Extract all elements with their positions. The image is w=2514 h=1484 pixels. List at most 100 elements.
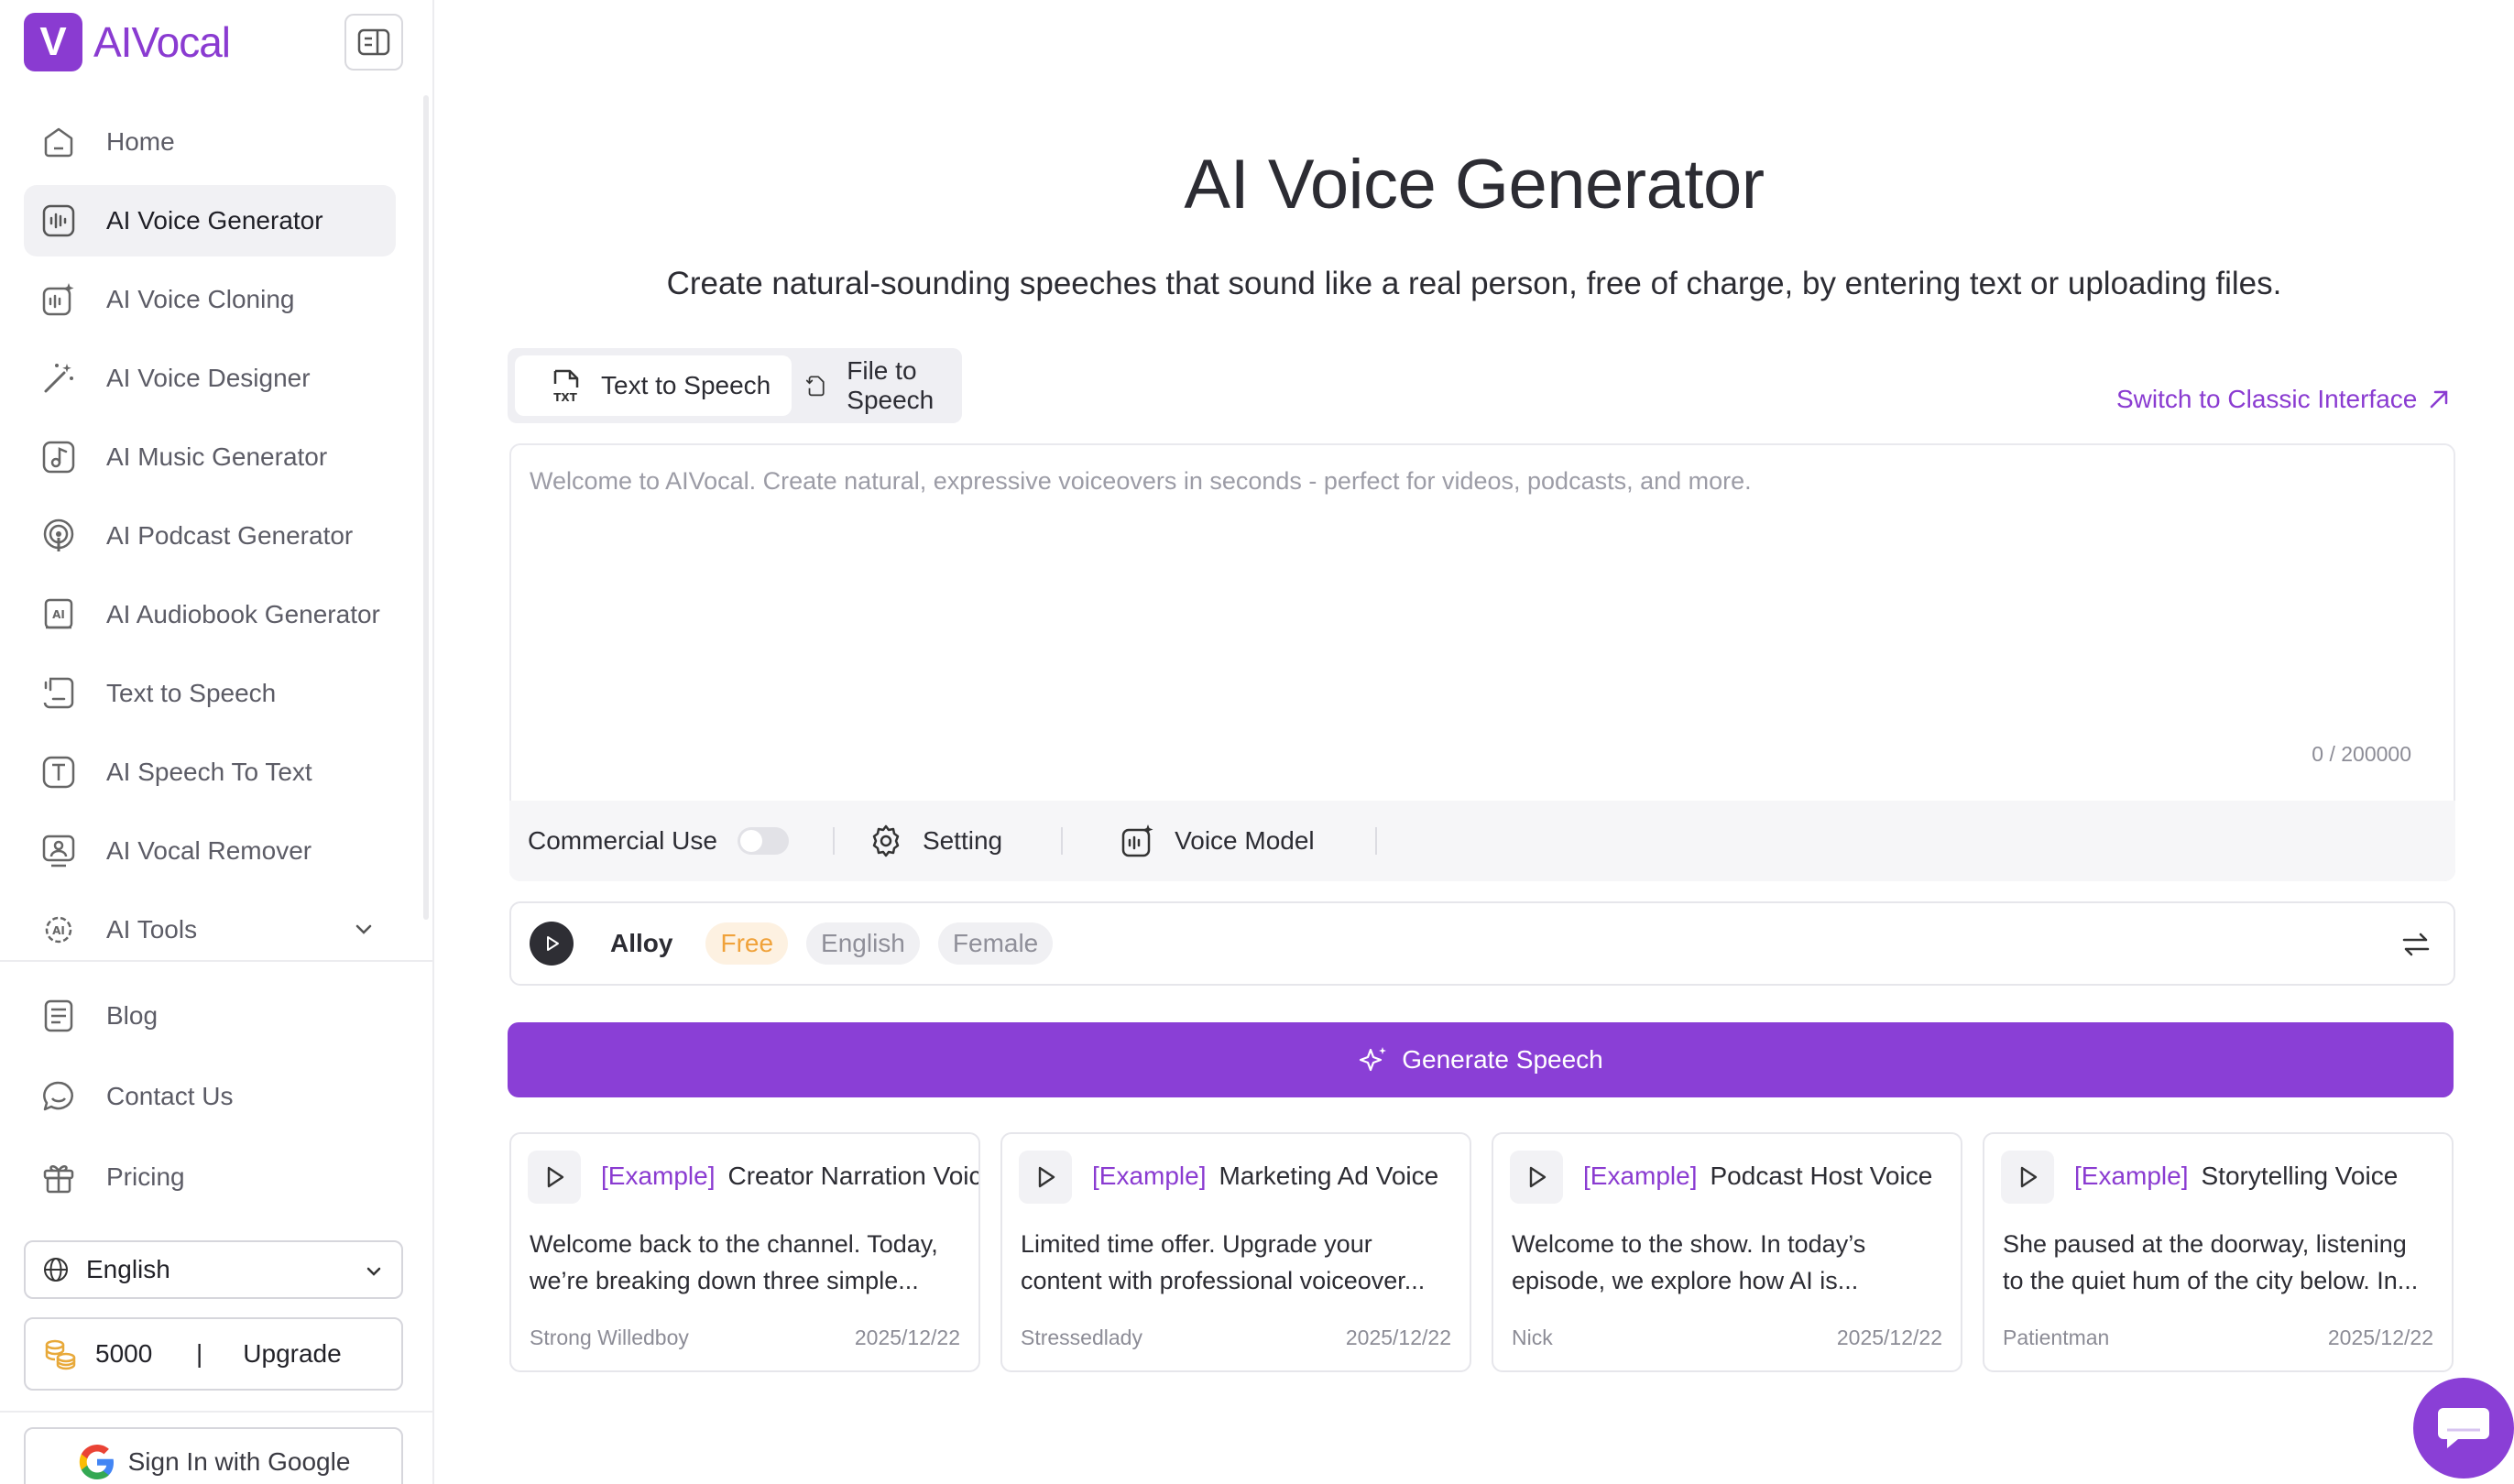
svg-text:TXT: TXT (553, 391, 577, 404)
example-tag: [Example] (601, 1162, 716, 1190)
sidebar-item-ai-podcast-generator[interactable]: AI Podcast Generator (24, 500, 396, 572)
sidebar-item-label: AI Voice Generator (106, 206, 323, 235)
svg-text:AI: AI (52, 924, 65, 937)
divider (0, 960, 432, 962)
play-icon (547, 1166, 564, 1188)
sidebar-item-label: AI Voice Designer (106, 364, 311, 392)
example-text-line: we’re breaking down three simple... (530, 1267, 919, 1294)
chat-icon (38, 1076, 79, 1117)
play-icon (2020, 1166, 2038, 1188)
example-author: Patientman (2003, 1326, 2110, 1349)
generate-speech-button[interactable]: Generate Speech (508, 1022, 2454, 1097)
sidebar-item-ai-music-generator[interactable]: AI Music Generator (24, 421, 396, 493)
logo-mark: V (24, 13, 82, 71)
google-signin-button[interactable]: Sign In with Google (24, 1427, 403, 1484)
voice-model-button[interactable]: Voice Model (1120, 823, 1315, 859)
sidebar-item-blog[interactable]: Blog (24, 980, 396, 1052)
sidebar-item-label: Blog (106, 1001, 158, 1030)
tab-file-to-speech[interactable]: File to Speech (804, 355, 960, 416)
example-play-button[interactable] (528, 1151, 581, 1204)
example-date: 2025/12/22 (854, 1326, 960, 1349)
sidebar-item-home[interactable]: Home (24, 106, 396, 178)
sidebar-item-ai-audiobook-generator[interactable]: AI AI Audiobook Generator (24, 579, 396, 650)
sidebar-item-ai-speech-to-text[interactable]: AI Speech To Text (24, 737, 396, 808)
example-title: [Example] Marketing Ad Voice (1092, 1162, 1438, 1191)
example-title: [Example] Podcast Host Voice (1583, 1162, 1932, 1191)
tab-text-to-speech[interactable]: TXT Text to Speech (515, 355, 792, 416)
brand-logo[interactable]: V AIVocal (24, 13, 231, 71)
example-card[interactable]: [Example] Creator Narration Voice Welcome… (509, 1132, 980, 1372)
sidebar-item-label: AI Audiobook Generator (106, 600, 380, 628)
example-tag: [Example] (2074, 1162, 2189, 1190)
example-name: Marketing Ad Voice (1219, 1162, 1439, 1190)
example-name: Podcast Host Voice (1710, 1162, 1933, 1190)
editor-placeholder: Welcome to AIVocal. Create natural, expr… (530, 467, 1752, 495)
commercial-use-toggle[interactable] (737, 827, 789, 855)
voice-name: Alloy (610, 929, 673, 957)
collapse-sidebar-button[interactable] (344, 14, 403, 71)
credits-separator: | (196, 1339, 203, 1368)
commercial-use-label: Commercial Use (528, 826, 717, 855)
sidebar-scrollbar[interactable] (423, 95, 429, 920)
txt-file-icon: TXT (553, 369, 579, 404)
upgrade-button[interactable]: Upgrade (243, 1339, 341, 1369)
example-title: [Example] Storytelling Voice (2074, 1162, 2398, 1191)
swap-voice-icon[interactable] (2400, 931, 2432, 958)
voice-tag-free: Free (705, 922, 789, 965)
support-chat-button[interactable] (2413, 1378, 2514, 1479)
play-icon (547, 936, 559, 951)
example-play-button[interactable] (2001, 1151, 2054, 1204)
voice-play-button[interactable] (530, 922, 574, 966)
sidebar: V AIVocal Home AI Voice Generator AI Voi… (0, 0, 434, 1484)
voice-tag-language: English (806, 922, 920, 965)
coins-icon (45, 1339, 76, 1370)
example-text-line: Limited time offer. Upgrade your (1021, 1230, 1372, 1258)
example-text-line: Welcome back to the channel. Today, (530, 1230, 938, 1258)
sidebar-item-pricing[interactable]: Pricing (24, 1141, 396, 1213)
sidebar-item-ai-voice-cloning[interactable]: AI Voice Cloning (24, 264, 396, 335)
sidebar-item-label: AI Vocal Remover (106, 836, 312, 865)
setting-label: Setting (922, 826, 1003, 855)
text-speech-icon (38, 673, 79, 714)
play-icon (1038, 1166, 1055, 1188)
main-content: AI Voice Generator Create natural-soundi… (434, 0, 2514, 1484)
example-play-button[interactable] (1510, 1151, 1563, 1204)
sidebar-item-ai-vocal-remover[interactable]: AI Vocal Remover (24, 815, 396, 887)
example-play-button[interactable] (1019, 1151, 1072, 1204)
sidebar-item-ai-tools[interactable]: AI AI Tools (24, 894, 396, 960)
setting-button[interactable]: Setting (868, 823, 1002, 859)
gift-icon (38, 1157, 79, 1197)
example-date: 2025/12/22 (1836, 1326, 1942, 1349)
podcast-icon (38, 516, 79, 556)
sidebar-item-ai-voice-designer[interactable]: AI Voice Designer (24, 343, 396, 414)
divider (832, 827, 835, 855)
sidebar-item-label: Text to Speech (106, 679, 277, 707)
example-text: Limited time offer. Upgrade your content … (1021, 1226, 1460, 1299)
example-card[interactable]: [Example] Marketing Ad Voice Limited time… (1000, 1132, 1471, 1372)
selected-voice-row[interactable]: Alloy Free English Female (509, 901, 2455, 986)
example-text: She paused at the doorway, listening to t… (2003, 1226, 2443, 1299)
sidebar-item-label: AI Voice Cloning (106, 285, 295, 313)
sparkle-icon (1360, 1047, 1387, 1072)
switch-classic-link[interactable]: Switch to Classic Interface (2116, 385, 2452, 414)
example-text: Welcome to the show. In today’s episode, … (1512, 1226, 1951, 1299)
example-card[interactable]: [Example] Podcast Host Voice Welcome to t… (1492, 1132, 1962, 1372)
svg-text:AI: AI (52, 608, 65, 621)
character-counter: 0 / 200000 (2312, 742, 2411, 766)
gear-icon (872, 824, 900, 857)
example-card[interactable]: [Example] Storytelling Voice She paused a… (1983, 1132, 2454, 1372)
file-swap-icon (805, 376, 825, 397)
example-tag: [Example] (1583, 1162, 1698, 1190)
waveform-icon (38, 201, 79, 241)
example-text-line: Welcome to the show. In today’s (1512, 1230, 1866, 1258)
example-text: Welcome back to the channel. Today, we’re… (530, 1226, 969, 1299)
example-text-line: She paused at the doorway, listening (2003, 1230, 2407, 1258)
sidebar-item-text-to-speech[interactable]: Text to Speech (24, 658, 396, 729)
sidebar-item-ai-voice-generator[interactable]: AI Voice Generator (24, 185, 396, 256)
editor-toolbar: Commercial Use Setting Voice Model (509, 801, 2455, 881)
example-text-line: content with professional voiceover... (1021, 1267, 1426, 1294)
language-select[interactable]: English (24, 1240, 403, 1299)
home-icon (38, 122, 79, 162)
example-tag: [Example] (1092, 1162, 1207, 1190)
sidebar-item-contact-us[interactable]: Contact Us (24, 1061, 396, 1132)
